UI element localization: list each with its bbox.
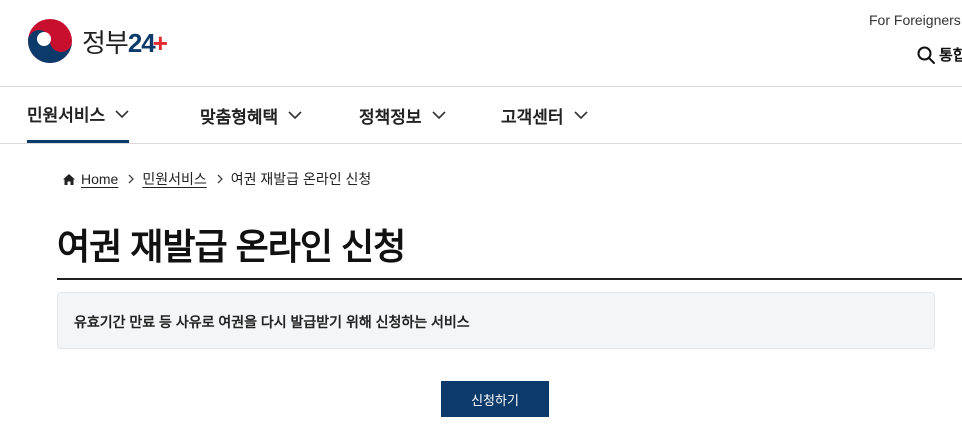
- page-title: 여권 재발급 온라인 신청: [57, 226, 406, 267]
- apply-button[interactable]: 신청하기: [441, 381, 549, 417]
- nav-item-policy-info[interactable]: 정책정보: [359, 87, 446, 143]
- search-icon: [917, 46, 935, 64]
- nav-item-civil-services[interactable]: 민원서비스: [27, 87, 130, 143]
- search-button[interactable]: 통합: [917, 44, 962, 65]
- for-foreigners-link[interactable]: For Foreigners: [869, 12, 961, 28]
- site-header: 정부24+ For Foreigners 통합: [0, 0, 962, 87]
- breadcrumb: Home 민원서비스 여권 재발급 온라인 신청: [62, 169, 371, 189]
- chevron-right-icon: [128, 174, 135, 184]
- home-icon: [63, 173, 75, 185]
- chevron-right-icon: [217, 174, 223, 184]
- chevron-down-icon: [115, 109, 129, 118]
- site-logo[interactable]: 정부24+: [26, 17, 168, 65]
- main-navigation: 민원서비스 맞춤형혜택 정책정보 고객센터: [0, 87, 962, 144]
- nav-item-label: 민원서비스: [27, 106, 106, 125]
- service-description-box: 유효기간 만료 등 사유로 여권을 다시 발급받기 위해 신청하는 서비스: [57, 292, 935, 349]
- nav-item-custom-benefits[interactable]: 맞춤형혜택: [200, 87, 302, 143]
- chevron-down-icon: [573, 111, 588, 119]
- taegeuk-emblem-icon: [28, 19, 72, 63]
- breadcrumb-civil-services-link[interactable]: 민원서비스: [142, 169, 206, 189]
- logo-text-num: 24: [127, 27, 156, 58]
- nav-item-label: 고객센터: [501, 107, 564, 127]
- chevron-down-icon: [431, 111, 446, 119]
- breadcrumb-home-link[interactable]: Home: [81, 171, 118, 187]
- logo-text-ko: 정부: [82, 27, 129, 58]
- logo-plus-mark: +: [152, 27, 168, 58]
- title-divider: [57, 278, 962, 280]
- service-description: 유효기간 만료 등 사유로 여권을 다시 발급받기 위해 신청하는 서비스: [74, 314, 470, 330]
- nav-item-label: 맞춤형혜택: [200, 107, 279, 127]
- search-label: 통합: [939, 47, 962, 64]
- logo-text: 정부24+: [82, 23, 168, 60]
- breadcrumb-current: 여권 재발급 온라인 신청: [230, 171, 372, 187]
- chevron-down-icon: [288, 111, 302, 119]
- nav-item-customer-center[interactable]: 고객센터: [501, 87, 588, 143]
- nav-item-label: 정책정보: [359, 107, 422, 127]
